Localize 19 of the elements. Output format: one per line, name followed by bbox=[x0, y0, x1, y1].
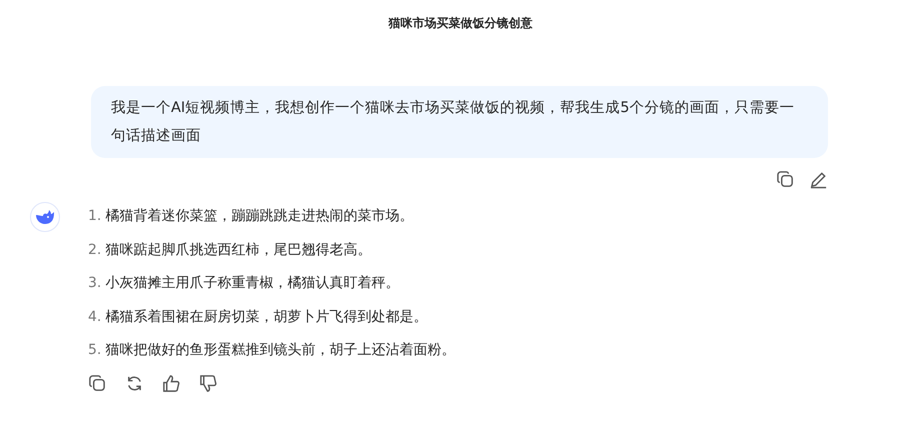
user-message: 我是一个AI短视频博主，我想创作一个猫咪去市场买菜做饭的视频，帮我生成5个分镜的画面，只需要一句话描述画面 bbox=[91, 86, 828, 158]
refresh-icon[interactable] bbox=[125, 374, 144, 392]
thumbs-down-icon[interactable] bbox=[199, 374, 218, 392]
list-number: 4. bbox=[88, 308, 102, 324]
copy-icon[interactable] bbox=[776, 170, 795, 189]
whale-icon bbox=[35, 209, 55, 225]
list-item-text: 橘猫系着围裙在厨房切菜，胡萝卜片飞得到处都是。 bbox=[105, 308, 428, 324]
list-item-text: 猫咪踮起脚爪挑选西红柿，尾巴翘得老高。 bbox=[105, 242, 372, 258]
copy-icon[interactable] bbox=[88, 374, 107, 392]
list-item-text: 猫咪把做好的鱼形蛋糕推到镜头前，胡子上还沾着面粉。 bbox=[105, 342, 456, 358]
edit-icon[interactable] bbox=[809, 170, 828, 189]
list-number: 3. bbox=[88, 275, 102, 291]
list-number: 2. bbox=[88, 242, 102, 258]
list-item-text: 小灰猫摊主用爪子称重青椒，橘猫认真盯着秤。 bbox=[105, 275, 400, 291]
thumbs-up-icon[interactable] bbox=[162, 374, 181, 392]
list-item-text: 橘猫背着迷你菜篮，蹦蹦跳跳走进热闹的菜市场。 bbox=[105, 208, 414, 224]
list-number: 5. bbox=[88, 342, 102, 358]
chat-title: 猫咪市场买菜做饭分镜创意 bbox=[388, 16, 532, 30]
list-number: 1. bbox=[88, 208, 102, 224]
